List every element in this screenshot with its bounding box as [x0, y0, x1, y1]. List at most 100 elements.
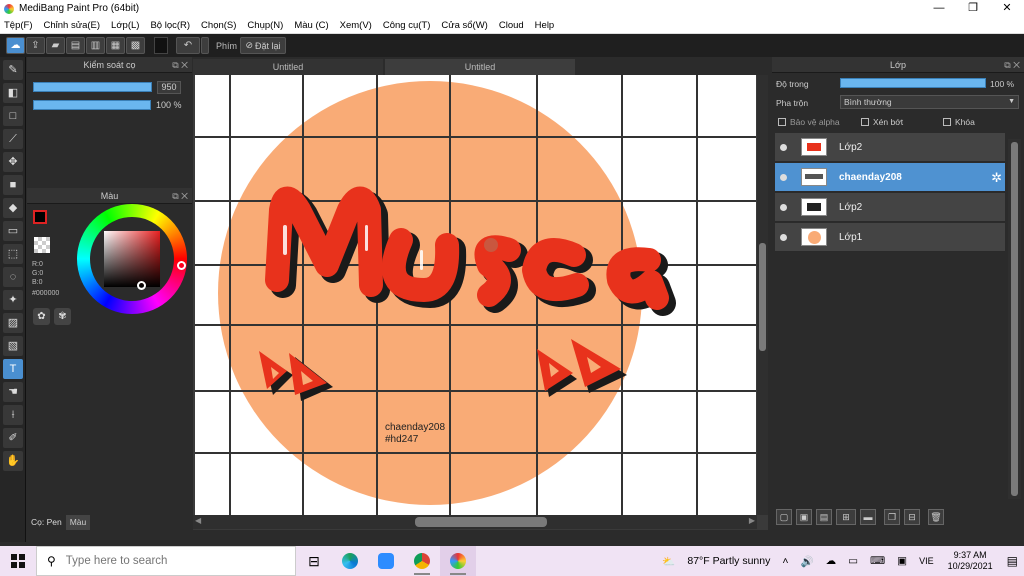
- vertical-scroll-thumb[interactable]: [759, 243, 766, 351]
- chrome-icon[interactable]: [404, 546, 440, 576]
- saturation-value-square[interactable]: [104, 231, 160, 290]
- clipping-option[interactable]: Xén bớt: [861, 117, 903, 127]
- layer-row[interactable]: Lớp2: [775, 193, 1005, 222]
- protect-alpha-option[interactable]: Bảo vệ alpha: [778, 117, 840, 127]
- clock[interactable]: 9:37 AM 10/29/2021: [948, 550, 993, 572]
- brush-opacity-slider[interactable]: [33, 100, 151, 110]
- layer-scrollbar[interactable]: [1008, 139, 1021, 499]
- canvas-horizontal-scrollbar[interactable]: ◀ ▶: [193, 515, 757, 529]
- layer-opacity-slider[interactable]: [840, 78, 986, 88]
- task-view-icon[interactable]: ⊟: [296, 546, 332, 576]
- visibility-icon[interactable]: [780, 203, 787, 211]
- layer-row-selected[interactable]: chaenday208 ✲: [775, 163, 1005, 192]
- duplicate-layer-icon[interactable]: ❐: [884, 509, 900, 525]
- network-icon[interactable]: ▭: [848, 555, 858, 567]
- delete-layer-icon[interactable]: 🗑: [928, 509, 944, 525]
- grid-icon[interactable]: ▦: [106, 37, 125, 54]
- menu-tools[interactable]: Công cụ(T): [383, 20, 431, 31]
- new-8bit-layer-icon[interactable]: ▤: [816, 509, 832, 525]
- maximize-button[interactable]: ❐: [956, 0, 990, 17]
- lock-checkbox[interactable]: [943, 118, 951, 126]
- brush-size-slider[interactable]: [33, 82, 152, 92]
- dot-icon[interactable]: □: [3, 106, 23, 126]
- minimize-button[interactable]: —: [922, 0, 956, 17]
- notification-icon[interactable]: ▣: [897, 555, 907, 567]
- menu-window[interactable]: Cửa sổ(W): [441, 20, 487, 31]
- text-icon[interactable]: T: [3, 359, 23, 379]
- menu-layer[interactable]: Lớp(L): [111, 20, 139, 31]
- brush-size-value[interactable]: 950: [157, 81, 181, 94]
- pen-icon[interactable]: ✎: [3, 60, 23, 80]
- drawing-canvas[interactable]: chaenday208 #hd247: [195, 75, 756, 515]
- add-layer-menu-icon[interactable]: ⊞: [836, 509, 856, 525]
- dropper-icon[interactable]: ✐: [3, 428, 23, 448]
- layer-row[interactable]: Lớp1: [775, 223, 1005, 252]
- select-pen-icon[interactable]: ▨: [3, 313, 23, 333]
- close-button[interactable]: ✕: [990, 0, 1024, 17]
- reset-button[interactable]: ⊘ Đặt lại: [240, 37, 287, 54]
- palette-icon[interactable]: ✿: [33, 308, 50, 325]
- share-icon[interactable]: ⇪: [26, 37, 45, 54]
- search-input[interactable]: [65, 555, 266, 567]
- popout-icon[interactable]: ⧉ ✕: [1004, 57, 1020, 73]
- bucket-icon[interactable]: ◆: [3, 198, 23, 218]
- menu-color[interactable]: Màu (C): [294, 20, 328, 31]
- foreground-color-swatch[interactable]: [33, 210, 47, 224]
- folder-icon[interactable]: ▬: [860, 509, 876, 525]
- select-rect-icon[interactable]: ⬚: [3, 244, 23, 264]
- horizontal-scroll-thumb[interactable]: [415, 517, 547, 527]
- menu-view[interactable]: Xem(V): [340, 20, 372, 31]
- menu-help[interactable]: Help: [535, 20, 555, 31]
- lasso-icon[interactable]: ◌: [3, 267, 23, 287]
- menu-file[interactable]: Tệp(F): [4, 20, 33, 31]
- toolbar-handle[interactable]: [201, 37, 209, 54]
- brush-icon[interactable]: ⟋: [3, 129, 23, 149]
- menu-select[interactable]: Chọn(S): [201, 20, 236, 31]
- speaker-icon[interactable]: 🔊: [801, 555, 814, 568]
- tiles-icon[interactable]: ▩: [126, 37, 145, 54]
- weather-text[interactable]: 87°F Partly sunny: [687, 555, 770, 567]
- gear-icon[interactable]: ✲: [991, 170, 1002, 186]
- tab-color[interactable]: Màu: [65, 515, 91, 530]
- gradient-icon[interactable]: ▭: [3, 221, 23, 241]
- taskbar-search[interactable]: ⚲: [36, 546, 296, 576]
- menu-snap[interactable]: Chụp(N): [247, 20, 283, 31]
- medibang-icon[interactable]: [440, 546, 476, 576]
- clipping-checkbox[interactable]: [861, 118, 869, 126]
- popout-icon[interactable]: ⧉ ✕: [172, 57, 188, 73]
- cloud-icon[interactable]: ☁: [6, 37, 25, 54]
- layer-scroll-thumb[interactable]: [1011, 142, 1018, 496]
- visibility-icon[interactable]: [780, 173, 787, 181]
- protect-alpha-checkbox[interactable]: [778, 118, 786, 126]
- undo-arrow-icon[interactable]: ↶: [176, 37, 200, 54]
- menu-filter[interactable]: Bộ lọc(R): [150, 20, 190, 31]
- blend-mode-select[interactable]: Bình thường ▼: [840, 95, 1019, 109]
- scroll-left-icon[interactable]: ◀: [195, 516, 201, 525]
- eraser-icon[interactable]: ◧: [3, 83, 23, 103]
- hand-icon[interactable]: ✋: [3, 451, 23, 471]
- menu-edit[interactable]: Chỉnh sửa(E): [44, 20, 101, 31]
- document-tab-2[interactable]: Untitled: [385, 59, 575, 75]
- scroll-right-icon[interactable]: ▶: [749, 516, 755, 525]
- transparent-swatch[interactable]: [34, 237, 50, 253]
- action-center-icon[interactable]: ▤: [1007, 554, 1018, 568]
- rectangle-icon[interactable]: ■: [3, 175, 23, 195]
- visibility-icon[interactable]: [780, 143, 787, 151]
- sv-marker[interactable]: [137, 281, 146, 290]
- keyboard-icon[interactable]: ⌨: [870, 555, 885, 567]
- tray-chevron-icon[interactable]: ˄: [782, 555, 788, 567]
- tab-brush[interactable]: Cọ: Pen: [27, 515, 66, 530]
- palette-add-icon[interactable]: ✾: [54, 308, 71, 325]
- document-icon[interactable]: ▥: [86, 37, 105, 54]
- new-layer-icon[interactable]: ▢: [776, 509, 792, 525]
- magic-wand-icon[interactable]: ✦: [3, 290, 23, 310]
- hue-marker[interactable]: [177, 261, 186, 270]
- document-tab-1[interactable]: Untitled: [193, 59, 383, 75]
- popout-icon[interactable]: ⧉ ✕: [172, 188, 188, 204]
- chat-icon[interactable]: ▤: [66, 37, 85, 54]
- merge-layer-icon[interactable]: ⊟: [904, 509, 920, 525]
- layer-row[interactable]: Lớp2: [775, 133, 1005, 162]
- new-halftone-layer-icon[interactable]: ▣: [796, 509, 812, 525]
- eyedropper-icon[interactable]: ⟊: [3, 405, 23, 425]
- edge-icon[interactable]: [332, 546, 368, 576]
